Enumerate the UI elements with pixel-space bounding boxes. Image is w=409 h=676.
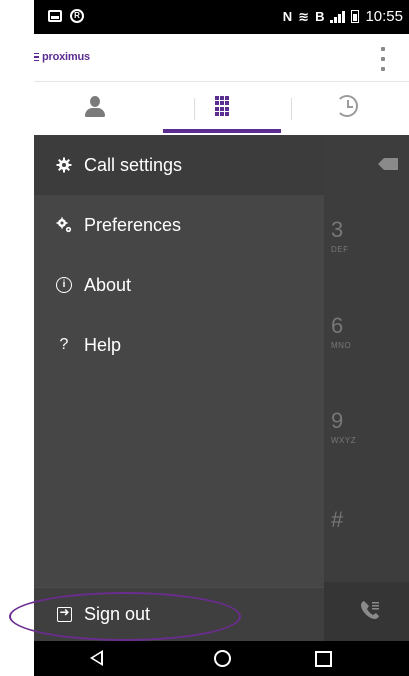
tab-contacts[interactable] bbox=[34, 82, 159, 135]
wifi-icon: ≋ bbox=[298, 8, 310, 24]
dialer-panel: 3 DEF 6 MNO 9 WXYZ # bbox=[324, 135, 409, 641]
dialpad-icon bbox=[215, 96, 229, 116]
sign-out-label: Sign out bbox=[84, 604, 151, 624]
dial-key-digit: 3 bbox=[331, 217, 344, 242]
call-button[interactable] bbox=[324, 582, 409, 641]
backspace-icon[interactable] bbox=[378, 158, 398, 170]
battery-icon bbox=[351, 10, 360, 23]
dial-key-letters: WXYZ bbox=[331, 436, 357, 445]
battery-saver-icon: B bbox=[315, 9, 325, 24]
tab-bar bbox=[34, 82, 409, 135]
navigation-drawer: Call settings Preferences i About ? Help… bbox=[34, 135, 324, 641]
dial-key-letters: MNO bbox=[331, 341, 352, 350]
phone-screen: R N ≋ B 10:55 proximus 3 DEF 6 MNO 9 WXY… bbox=[34, 0, 409, 676]
system-nav-bar bbox=[34, 641, 409, 676]
tab-history[interactable] bbox=[284, 82, 409, 135]
drawer-item-call-settings[interactable]: Call settings bbox=[34, 135, 324, 195]
sign-out-button[interactable]: Sign out bbox=[34, 587, 324, 641]
dial-key-9[interactable]: 9 WXYZ bbox=[331, 408, 356, 445]
help-icon: ? bbox=[59, 336, 69, 353]
drawer-item-about[interactable]: i About bbox=[34, 255, 324, 315]
app-bar: proximus bbox=[34, 34, 409, 82]
screenshot-icon bbox=[48, 10, 62, 22]
drawer-item-label: Help bbox=[84, 334, 122, 355]
person-icon bbox=[85, 96, 105, 118]
dial-key-letters: DEF bbox=[331, 245, 349, 254]
nfc-icon: N bbox=[282, 9, 293, 24]
back-icon[interactable] bbox=[90, 650, 103, 666]
dial-key-digit: 9 bbox=[331, 408, 344, 433]
dial-key-6[interactable]: 6 MNO bbox=[331, 313, 351, 350]
tab-keypad[interactable] bbox=[159, 82, 284, 135]
drawer-item-preferences[interactable]: Preferences bbox=[34, 195, 324, 255]
call-icon bbox=[358, 598, 382, 622]
signal-icon bbox=[330, 10, 346, 23]
dial-key-hash[interactable]: # bbox=[331, 507, 343, 533]
dial-key-digit: 6 bbox=[331, 313, 344, 338]
dial-key-3[interactable]: 3 DEF bbox=[331, 217, 349, 254]
drawer-item-label: Call settings bbox=[84, 154, 183, 175]
logo-text: proximus bbox=[42, 51, 90, 63]
drawer-item-label: Preferences bbox=[84, 214, 182, 235]
recent-apps-icon[interactable] bbox=[315, 651, 332, 667]
home-icon[interactable] bbox=[214, 650, 231, 667]
gear-icon bbox=[52, 157, 76, 173]
history-icon bbox=[336, 95, 358, 117]
drawer-item-label: About bbox=[84, 274, 132, 295]
dial-key-digit: # bbox=[331, 507, 344, 532]
sign-out-icon bbox=[52, 605, 76, 622]
selected-tab-indicator bbox=[163, 129, 281, 133]
gears-icon bbox=[52, 217, 76, 233]
overflow-menu-icon[interactable] bbox=[377, 47, 389, 71]
info-icon: i bbox=[52, 277, 76, 293]
data-saver-icon: R bbox=[70, 9, 84, 23]
drawer-item-help[interactable]: ? Help bbox=[34, 315, 324, 375]
status-time: 10:55 bbox=[365, 8, 403, 25]
proximus-logo[interactable]: proximus bbox=[34, 51, 90, 63]
status-bar: R N ≋ B 10:55 bbox=[34, 0, 409, 34]
menu-lines-icon bbox=[34, 53, 39, 61]
